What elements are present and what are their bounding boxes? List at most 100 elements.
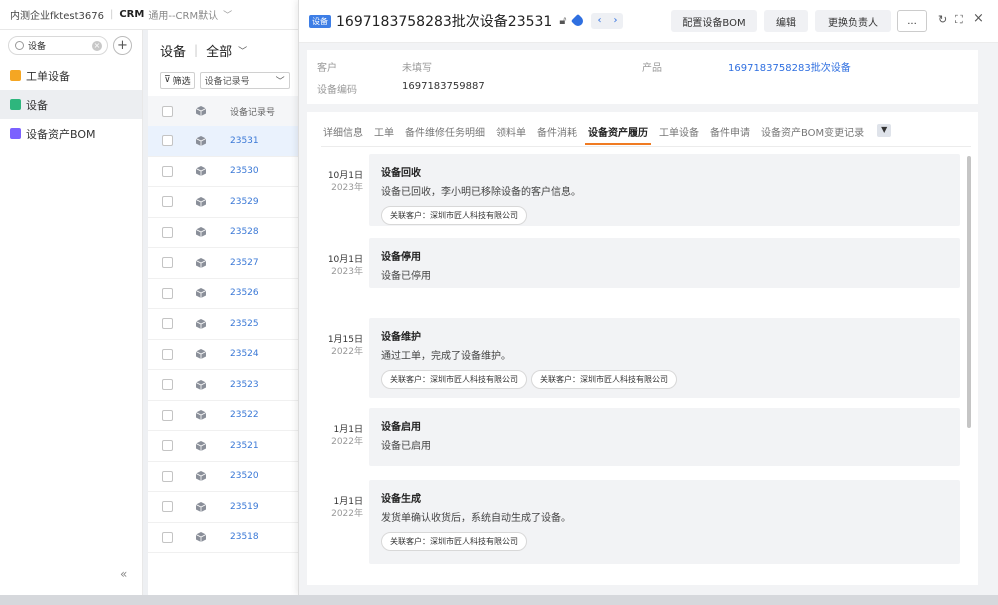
record-no-link[interactable]: 23530 xyxy=(230,166,259,176)
record-no-link[interactable]: 23526 xyxy=(230,288,259,298)
table-row[interactable]: 23529 xyxy=(148,187,300,218)
row-checkbox[interactable] xyxy=(162,226,173,238)
filter-field-select[interactable]: 设备记录号 ﹀ xyxy=(199,71,290,89)
record-no-link[interactable]: 23518 xyxy=(230,532,259,542)
table-row[interactable]: 23524 xyxy=(148,340,300,370)
related-customer-tag[interactable]: 关联客户：深圳市匠人科技有限公司 xyxy=(531,370,677,389)
config-bom-button[interactable]: 配置设备BOM xyxy=(671,10,757,32)
scrollbar[interactable] xyxy=(967,156,971,428)
detail-title: 1697183758283批次设备23531 xyxy=(336,14,553,30)
scope-selector[interactable]: 全部 xyxy=(206,41,232,60)
row-checkbox[interactable] xyxy=(162,440,173,452)
row-checkbox[interactable] xyxy=(162,165,173,177)
caret-down-icon[interactable]: ▼ xyxy=(877,124,892,137)
tab-repair-tasks[interactable]: 备件维修任务明细 xyxy=(405,124,485,146)
related-customer-tag[interactable]: 关联客户：深圳市匠人科技有限公司 xyxy=(381,370,527,389)
tab-asset-history[interactable]: 设备资产履历 xyxy=(585,124,651,145)
company-name[interactable]: 内测企业fktest3676 xyxy=(10,7,104,22)
column-header-record-no[interactable]: 设备记录号 xyxy=(230,105,275,118)
timeline-event: 设备停用 设备已停用 xyxy=(369,238,960,288)
cube-icon xyxy=(196,166,206,177)
row-checkbox[interactable] xyxy=(162,135,173,147)
table-row[interactable]: 23518 xyxy=(148,523,300,553)
timeline-year: 2023年 xyxy=(331,267,363,277)
select-all-checkbox[interactable] xyxy=(162,105,173,117)
timeline-event: 设备维护 通过工单，完成了设备维护。 关联客户：深圳市匠人科技有限公司 关联客户：深圳… xyxy=(369,318,960,398)
record-no-link[interactable]: 23527 xyxy=(230,258,259,268)
record-no-link[interactable]: 23528 xyxy=(230,227,259,237)
row-checkbox[interactable] xyxy=(162,318,173,330)
filter-row: ⊽ 筛选 设备记录号 ﹀ xyxy=(148,70,300,90)
record-no-link[interactable]: 23521 xyxy=(230,441,259,451)
record-no-link[interactable]: 23523 xyxy=(230,380,259,390)
record-no-link[interactable]: 23524 xyxy=(230,349,259,359)
record-no-link[interactable]: 23522 xyxy=(230,410,259,420)
table-row[interactable]: 23526 xyxy=(148,279,300,309)
product-label: 产品 xyxy=(642,63,662,74)
add-button[interactable]: + xyxy=(113,36,132,55)
row-checkbox[interactable] xyxy=(162,379,173,391)
fullscreen-icon[interactable]: ⛶ xyxy=(955,13,963,27)
row-checkbox[interactable] xyxy=(162,501,173,513)
divider: | xyxy=(194,43,199,57)
record-no-link[interactable]: 23529 xyxy=(230,197,259,207)
table-row[interactable]: 23531 xyxy=(148,126,300,157)
app-name: CRM xyxy=(119,9,145,20)
table-row[interactable]: 23522 xyxy=(148,401,300,431)
refresh-icon[interactable]: ↻ xyxy=(938,13,947,26)
table-row[interactable]: 23519 xyxy=(148,492,300,523)
row-checkbox[interactable] xyxy=(162,257,173,269)
cube-icon xyxy=(196,349,206,360)
row-checkbox[interactable] xyxy=(162,409,173,421)
close-icon[interactable]: × xyxy=(973,11,984,26)
tab-bar: 详细信息 工单 备件维修任务明细 领料单 备件消耗 设备资产履历 工单设备 备件… xyxy=(323,124,892,146)
product-link[interactable]: 1697183758283批次设备 xyxy=(728,59,851,74)
timeline-date: 10月1日 2023年 xyxy=(323,170,363,194)
row-checkbox[interactable] xyxy=(162,196,173,208)
collapse-sidebar-icon[interactable]: « xyxy=(120,567,127,581)
related-customer-tag[interactable]: 关联客户：深圳市匠人科技有限公司 xyxy=(381,532,527,551)
edit-button[interactable]: 编辑 xyxy=(764,10,808,32)
tab-details[interactable]: 详细信息 xyxy=(323,124,363,146)
tab-tickets[interactable]: 工单 xyxy=(374,124,394,146)
table-row[interactable]: 23520 xyxy=(148,462,300,492)
chevron-down-icon[interactable]: ﹀ xyxy=(238,44,247,57)
table-row[interactable]: 23528 xyxy=(148,218,300,248)
record-no-link[interactable]: 23519 xyxy=(230,502,259,512)
related-customer-tag[interactable]: 关联客户：深圳市匠人科技有限公司 xyxy=(381,206,527,225)
sidebar-item-device-bom[interactable]: 设备资产BOM xyxy=(0,119,142,148)
view-selector[interactable]: 通用--CRM默认 xyxy=(148,7,218,22)
more-button[interactable]: ... xyxy=(897,10,927,32)
filter-button[interactable]: ⊽ 筛选 xyxy=(160,71,195,89)
chevron-down-icon[interactable]: ﹀ xyxy=(223,8,232,21)
row-checkbox[interactable] xyxy=(162,470,173,482)
record-no-link[interactable]: 23531 xyxy=(230,136,259,146)
timeline-year: 2022年 xyxy=(331,437,363,447)
table-row[interactable]: 23523 xyxy=(148,370,300,401)
tab-ticket-device[interactable]: 工单设备 xyxy=(659,124,699,146)
tab-picking[interactable]: 领料单 xyxy=(496,124,526,146)
clear-icon[interactable]: × xyxy=(92,41,102,51)
next-record-icon[interactable]: › xyxy=(607,13,623,29)
change-owner-button[interactable]: 更换负责人 xyxy=(815,10,891,32)
table-row[interactable]: 23530 xyxy=(148,157,300,187)
cube-icon xyxy=(196,257,206,268)
tab-parts-request[interactable]: 备件申请 xyxy=(710,124,750,146)
record-no-link[interactable]: 23520 xyxy=(230,471,259,481)
table-row[interactable]: 23527 xyxy=(148,248,300,279)
table-row[interactable]: 23525 xyxy=(148,309,300,340)
row-checkbox[interactable] xyxy=(162,287,173,299)
row-checkbox[interactable] xyxy=(162,348,173,360)
sidebar-item-ticket-device[interactable]: 工单设备 xyxy=(0,61,142,90)
cube-icon xyxy=(196,471,206,482)
lock-icon[interactable]: 🔓︎ xyxy=(559,14,566,28)
sidebar-item-device[interactable]: 设备 xyxy=(0,90,142,119)
tag-icon[interactable] xyxy=(571,13,586,29)
tab-bom-changes[interactable]: 设备资产BOM变更记录 xyxy=(761,124,864,146)
record-no-link[interactable]: 23525 xyxy=(230,319,259,329)
row-checkbox[interactable] xyxy=(162,531,173,543)
table-row[interactable]: 23521 xyxy=(148,431,300,462)
sidebar-search-input[interactable]: 设备 × xyxy=(8,36,108,55)
tab-parts-consumption[interactable]: 备件消耗 xyxy=(537,124,577,146)
previous-record-icon[interactable]: ‹ xyxy=(591,13,607,29)
